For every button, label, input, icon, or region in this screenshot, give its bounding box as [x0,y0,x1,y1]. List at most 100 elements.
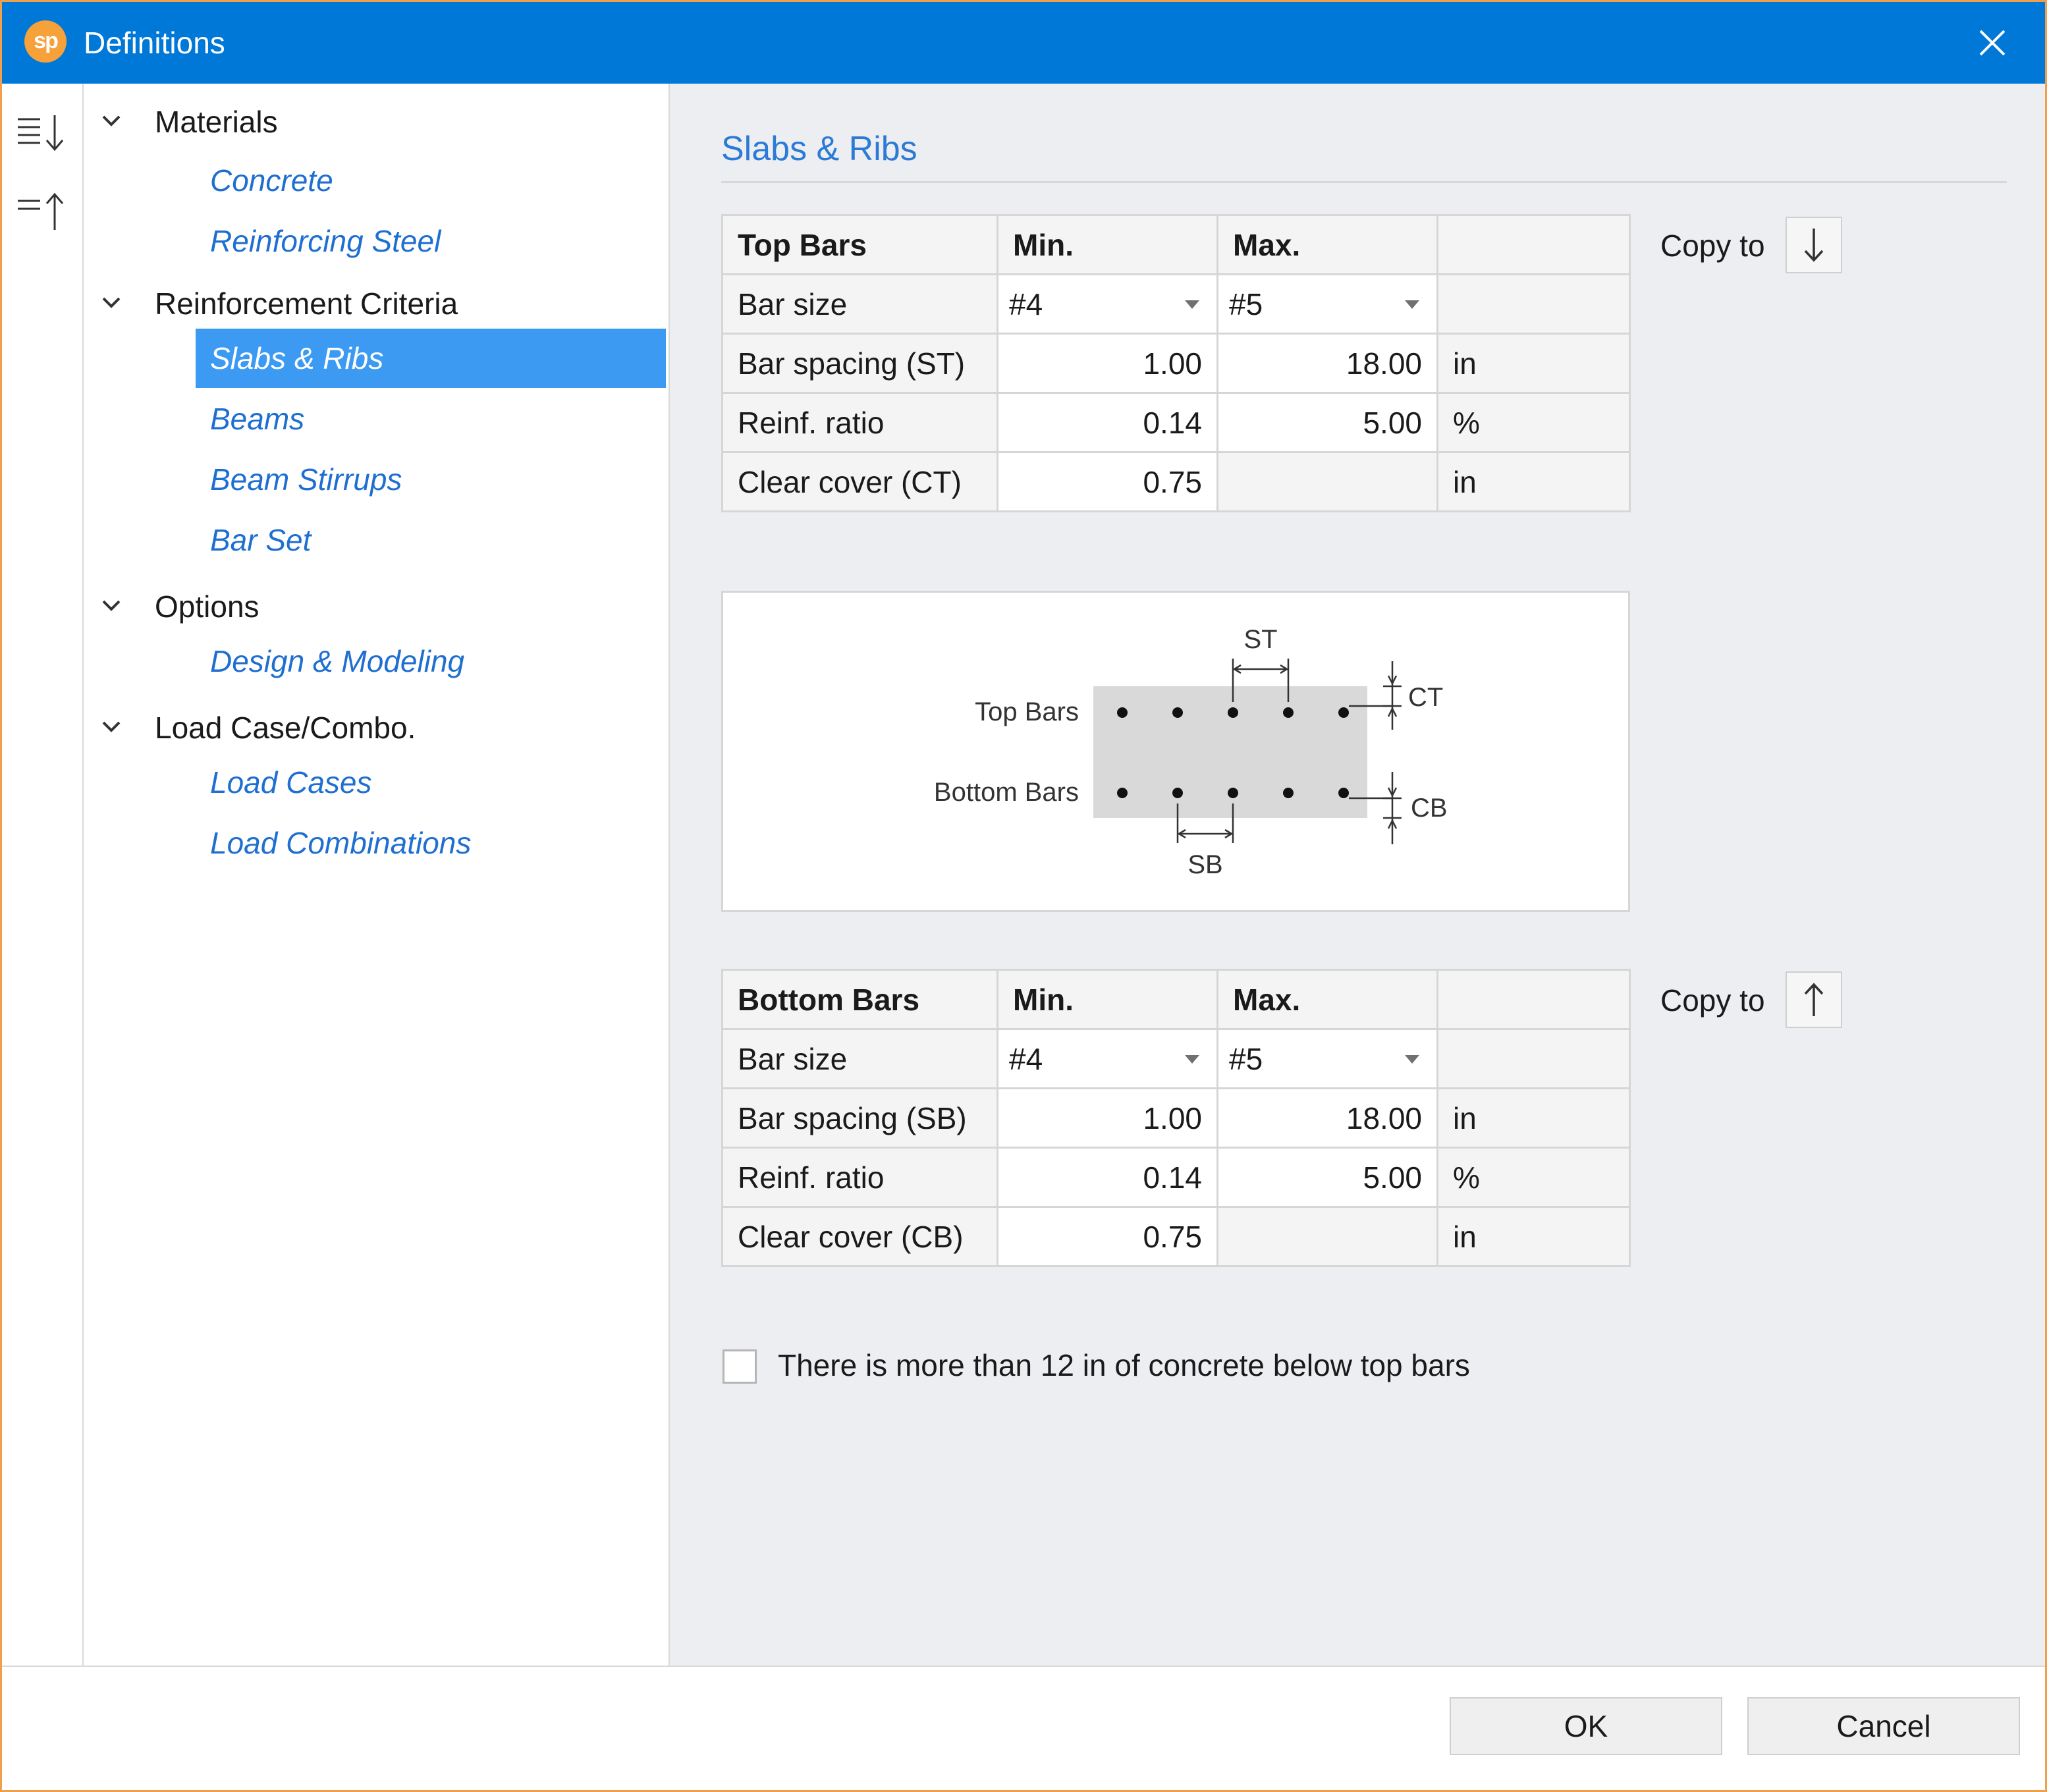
bottom-bar-spacing-max-input[interactable]: 18.00 [1216,1087,1438,1149]
bottom-bar-dot [1228,788,1238,798]
close-button[interactable] [1971,22,2013,64]
chevron-down-icon [102,115,121,126]
panel-title: Slabs & Ribs [721,130,917,168]
table-header-row: Bottom Bars Min. Max. [721,969,1631,1030]
bottom-bar-size-max-select[interactable]: #5 [1216,1028,1438,1089]
copy-to-label-bottom: Copy to [1660,983,1765,1018]
tree-group-load-case-combo[interactable]: Load Case/Combo. [84,699,669,751]
checkbox-label: There is more than 12 in of concrete bel… [778,1348,1470,1382]
tree-toolbar [2,84,84,1666]
title-bar: sp Definitions [2,2,2045,84]
copy-to-label-top: Copy to [1660,229,1765,263]
header-cell: Max. [1216,969,1438,1030]
header-cell: Bottom Bars [721,969,998,1030]
table-row: Reinf. ratio 0.14 5.00 % [721,392,1631,453]
row-unit: in [1436,1087,1631,1149]
top-bar-dot [1172,707,1183,718]
diagram-st-label: ST [1243,625,1277,654]
top-clear-cover-max-cell [1216,451,1438,512]
tree-item-slabs-ribs[interactable]: Slabs & Ribs [196,329,666,388]
table-row: Bar size #4 #5 [721,273,1631,335]
bottom-reinf-ratio-max-input[interactable]: 5.00 [1216,1147,1438,1208]
top-bar-dot [1228,707,1238,718]
dropdown-arrow-icon [1405,1055,1419,1064]
table-header-row: Top Bars Min. Max. [721,214,1631,275]
cancel-button[interactable]: Cancel [1747,1697,2020,1755]
table-row: Bar spacing (SB) 1.00 18.00 in [721,1087,1631,1149]
row-label: Bar spacing (ST) [721,333,998,394]
table-row: Clear cover (CT) 0.75 in [721,451,1631,512]
navigation-tree: Materials Concrete Reinforcing Steel Rei… [84,84,670,1666]
top-bar-size-min-select[interactable]: #4 [996,273,1218,335]
tree-item-load-combinations[interactable]: Load Combinations [196,813,471,873]
top-reinf-ratio-min-input[interactable]: 0.14 [996,392,1218,453]
tree-item-beams[interactable]: Beams [196,389,304,448]
top-bars-table: Top Bars Min. Max. Bar size #4 #5 Bar sp… [721,214,1631,512]
header-cell [1436,214,1631,275]
sp-logo-icon: sp [24,20,67,63]
expand-all-icon [18,115,64,151]
tree-group-label: Options [155,589,259,624]
bottom-clear-cover-input[interactable]: 0.75 [996,1206,1218,1267]
tree-group-reinforcement-criteria[interactable]: Reinforcement Criteria [84,275,669,327]
row-label: Bar spacing (SB) [721,1087,998,1149]
copy-to-top-button[interactable] [1786,971,1842,1028]
bottom-bar-dot [1283,788,1294,798]
row-unit: in [1436,451,1631,512]
concrete-below-top-bars-checkbox[interactable] [723,1349,757,1384]
bottom-bar-dot [1172,788,1183,798]
tree-group-materials[interactable]: Materials [84,93,669,146]
collapse-all-button[interactable] [14,188,70,235]
row-unit: in [1436,333,1631,394]
window-title: Definitions [84,26,225,60]
header-cell: Min. [996,969,1218,1030]
dropdown-arrow-icon [1405,300,1419,309]
bars-diagram-svg: Top Bars Bottom Bars ST SB CT CB [934,625,1448,879]
ok-button[interactable]: OK [1450,1697,1722,1755]
tree-group-options[interactable]: Options [84,578,669,630]
select-value: #5 [1229,1041,1263,1076]
header-cell: Max. [1216,214,1438,275]
dialog-footer: OK Cancel [2,1666,2045,1790]
expand-all-button[interactable] [14,110,70,157]
tree-item-beam-stirrups[interactable]: Beam Stirrups [196,450,402,509]
bottom-bar-spacing-min-input[interactable]: 1.00 [996,1087,1218,1149]
row-unit: % [1436,392,1631,453]
select-value: #5 [1229,286,1263,321]
diagram-bottom-bars-label: Bottom Bars [934,778,1079,807]
copy-to-bottom-button[interactable] [1786,217,1842,273]
top-bar-spacing-max-input[interactable]: 18.00 [1216,333,1438,394]
row-unit: in [1436,1206,1631,1267]
collapse-all-icon [18,192,64,230]
bottom-bar-size-min-select[interactable]: #4 [996,1028,1218,1089]
tree-item-load-cases[interactable]: Load Cases [196,753,372,812]
bottom-reinf-ratio-min-input[interactable]: 0.14 [996,1147,1218,1208]
top-clear-cover-input[interactable]: 0.75 [996,451,1218,512]
row-label: Reinf. ratio [721,1147,998,1208]
tree-item-reinforcing-steel[interactable]: Reinforcing Steel [196,211,441,271]
arrow-up-icon [1804,983,1824,1016]
diagram-top-bars-label: Top Bars [975,697,1079,726]
top-bar-size-max-select[interactable]: #5 [1216,273,1438,335]
bars-diagram: Top Bars Bottom Bars ST SB CT CB [721,591,1630,912]
arrow-down-icon [1804,229,1824,262]
chevron-down-icon [102,721,121,732]
bottom-bar-dot [1117,788,1128,798]
close-icon [1979,30,2006,56]
row-label: Clear cover (CT) [721,451,998,512]
tree-item-design-modeling[interactable]: Design & Modeling [196,632,464,691]
tree-item-bar-set[interactable]: Bar Set [196,510,311,570]
slab-section [1093,686,1367,818]
row-label: Reinf. ratio [721,392,998,453]
top-bar-spacing-min-input[interactable]: 1.00 [996,333,1218,394]
top-bar-dot [1283,707,1294,718]
title-divider [721,181,2007,183]
content-panel: Slabs & Ribs Top Bars Min. Max. Bar size… [670,84,2045,1666]
chevron-down-icon [102,600,121,611]
tree-item-concrete[interactable]: Concrete [196,151,333,210]
row-unit [1436,273,1631,335]
tree-group-label: Reinforcement Criteria [155,286,458,321]
row-label: Bar size [721,1028,998,1089]
top-reinf-ratio-max-input[interactable]: 5.00 [1216,392,1438,453]
row-label: Bar size [721,273,998,335]
